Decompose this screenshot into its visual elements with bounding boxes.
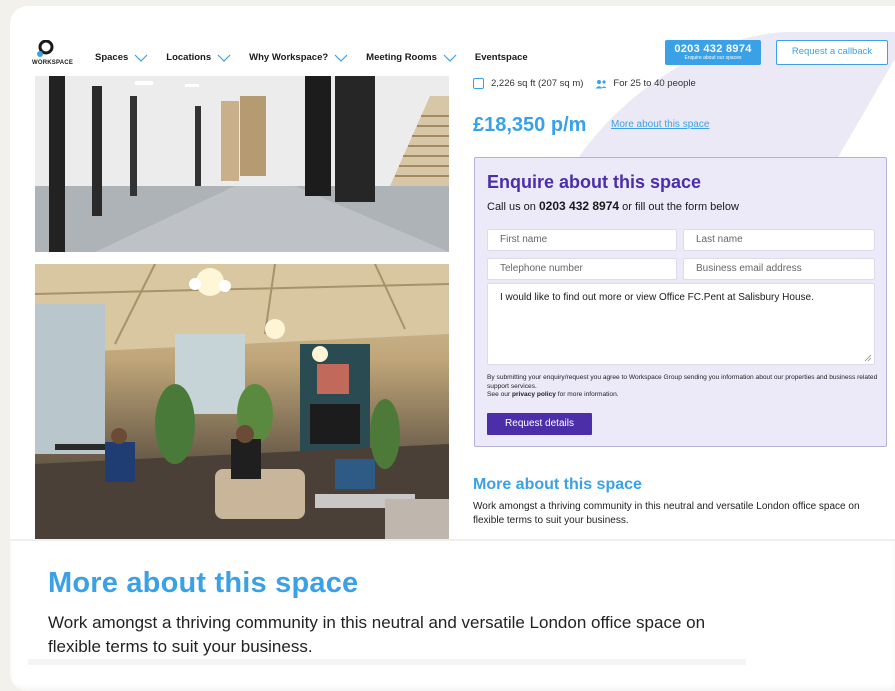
band-divider — [28, 659, 746, 665]
first-name-input[interactable]: First name — [487, 229, 677, 251]
more-about-title: More about this space — [473, 476, 642, 493]
space-meta: 2,226 sq ft (207 sq m) For 25 to 40 peop… — [473, 78, 696, 89]
enquire-sub-prefix: Call us on — [487, 201, 539, 213]
main-nav: Spaces Locations Why Workspace? Meeting … — [95, 52, 546, 63]
nav-label: Why Workspace? — [249, 52, 329, 63]
nav-locations[interactable]: Locations — [166, 52, 231, 63]
area-icon — [473, 78, 484, 89]
nav-why-workspace[interactable]: Why Workspace? — [249, 52, 348, 63]
nav-label: Locations — [166, 52, 212, 63]
office-photo-empty-image — [35, 76, 449, 252]
chevron-down-icon — [134, 54, 148, 62]
logo-text: WORKSPACE — [32, 60, 74, 66]
zoomed-more-about: More about this space Work amongst a thr… — [10, 539, 895, 691]
message-textarea[interactable]: I would like to find out more or view Of… — [487, 283, 875, 365]
nav-eventspace[interactable]: Eventspace — [475, 52, 528, 63]
nav-label: Spaces — [95, 52, 129, 63]
enquire-phone: 0203 432 8974 — [538, 199, 620, 213]
chevron-down-icon — [443, 54, 457, 62]
nav-meeting-rooms[interactable]: Meeting Rooms — [366, 52, 457, 63]
disclaimer-text: By submitting your enquiry/request you a… — [487, 374, 878, 390]
message-value: I would like to find out more or view Of… — [500, 292, 814, 303]
space-capacity: For 25 to 40 people — [613, 78, 696, 89]
more-about-title-zoomed: More about this space — [48, 567, 359, 599]
space-area: 2,226 sq ft (207 sq m) — [491, 78, 584, 89]
site-header: WORKSPACE Spaces Locations Why Workspace… — [10, 6, 895, 172]
request-callback-button[interactable]: Request a callback — [776, 40, 888, 65]
office-photo-empty — [35, 76, 449, 252]
email-input[interactable]: Business email address — [683, 258, 875, 280]
privacy-policy-link[interactable]: privacy policy — [512, 391, 556, 398]
phone-button[interactable]: 0203 432 8974 Enquire about our spaces — [665, 40, 761, 65]
nav-spaces[interactable]: Spaces — [95, 52, 148, 63]
telephone-input[interactable]: Telephone number — [487, 258, 677, 280]
enquire-form: Enquire about this space Call us on 0203… — [474, 157, 887, 447]
phone-number: 0203 432 8974 — [674, 43, 752, 55]
page-frame: WORKSPACE Spaces Locations Why Workspace… — [10, 6, 895, 691]
nav-label: Eventspace — [474, 52, 528, 63]
disclaimer-prefix: See our — [487, 391, 512, 398]
request-details-button[interactable]: Request details — [487, 413, 592, 435]
phone-subtext: Enquire about our spaces — [684, 55, 742, 61]
chevron-down-icon — [334, 54, 348, 62]
disclaimer-suffix: for more information. — [555, 391, 619, 398]
more-about-text: Work amongst a thriving community in thi… — [473, 501, 860, 526]
more-about-space-link[interactable]: More about this space — [611, 119, 709, 130]
more-about-text-zoomed: Work amongst a thriving community in thi… — [48, 613, 706, 656]
enquire-subtitle: Call us on 0203 432 8974 or fill out the… — [487, 199, 739, 213]
enquire-sub-suffix: or fill out the form below — [619, 201, 739, 213]
office-photo-lounge-image — [35, 264, 449, 540]
people-icon — [595, 79, 607, 88]
enquire-title: Enquire about this space — [487, 172, 702, 192]
enquire-disclaimer: By submitting your enquiry/request you a… — [487, 374, 882, 400]
resize-handle-icon[interactable] — [864, 354, 872, 362]
nav-label: Meeting Rooms — [366, 52, 437, 63]
chevron-down-icon — [217, 54, 231, 62]
last-name-input[interactable]: Last name — [683, 229, 875, 251]
space-price: £18,350 p/m — [473, 114, 587, 136]
office-photo-lounge — [35, 264, 449, 540]
workspace-logo-icon — [37, 40, 54, 57]
workspace-logo[interactable]: WORKSPACE — [32, 40, 76, 70]
